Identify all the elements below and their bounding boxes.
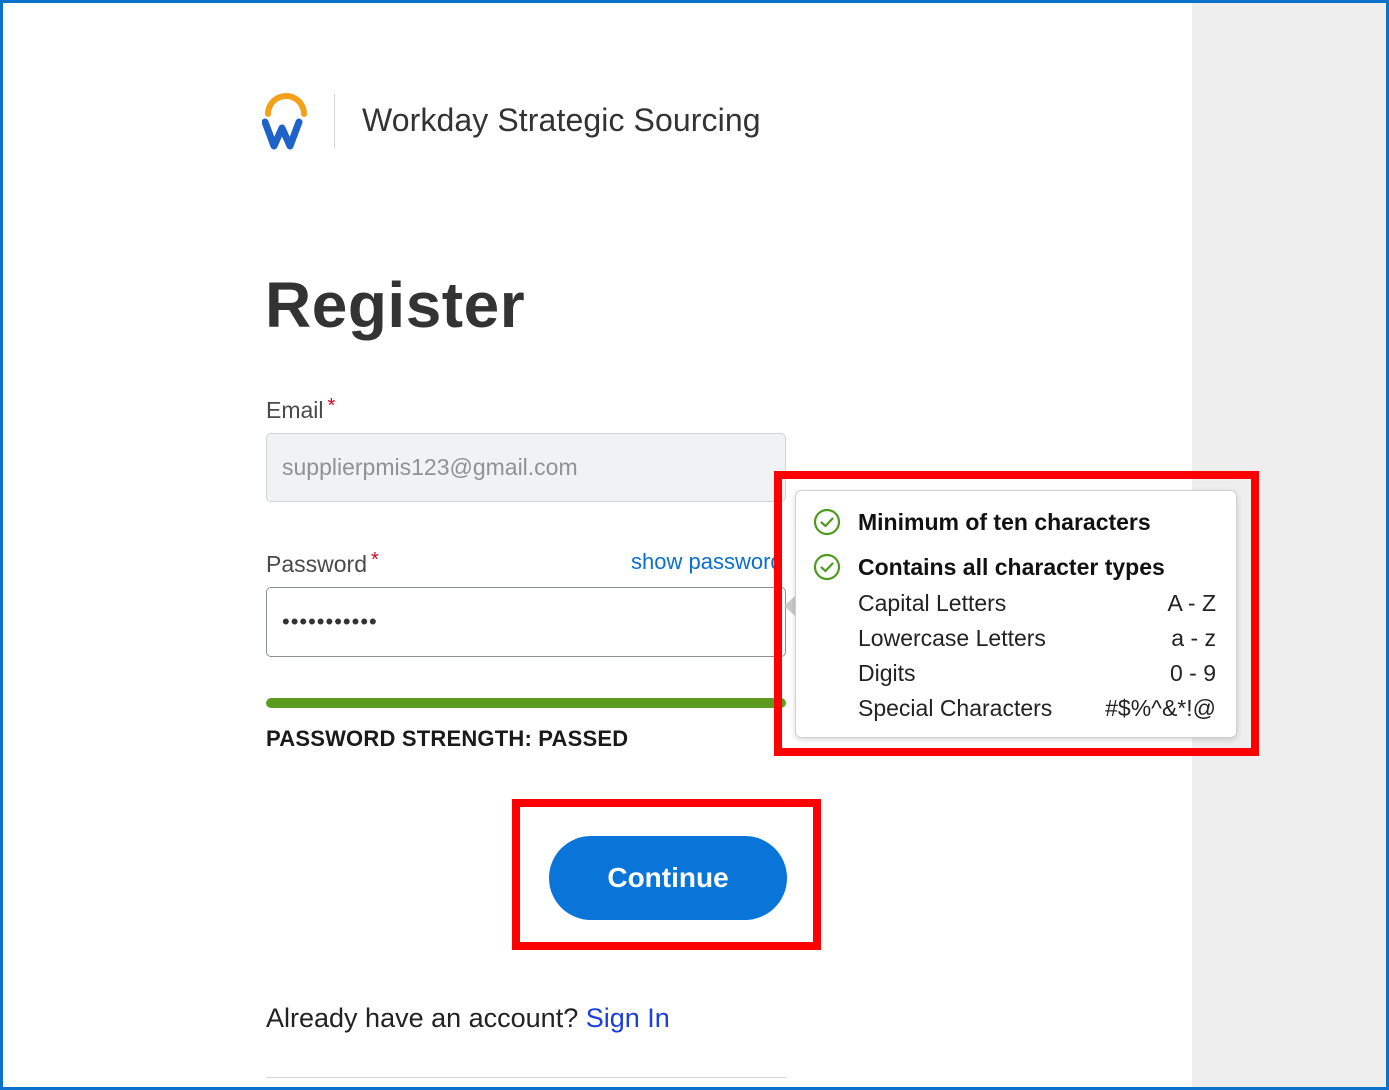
character-type-name: Digits (858, 660, 916, 686)
email-field[interactable] (266, 433, 786, 502)
rule-min-length: Minimum of ten characters (812, 507, 1151, 537)
character-type-row: Capital Letters A - Z (858, 590, 1216, 617)
check-circle-icon (813, 553, 841, 581)
password-label-text: Password (266, 551, 367, 577)
page-title: Register (265, 269, 526, 341)
rule-label: Minimum of ten characters (858, 508, 1151, 535)
password-strength-text: PASSWORD STRENGTH: PASSED (266, 726, 629, 751)
check-circle-icon (813, 508, 841, 536)
app-name: Workday Strategic Sourcing (362, 102, 761, 138)
required-mark: * (370, 549, 379, 571)
password-label: Password * (266, 549, 379, 578)
account-prompt-text: Already have an account? (266, 1003, 579, 1033)
required-mark: * (327, 395, 336, 417)
character-type-row: Special Characters #$%^&*!@ (858, 695, 1216, 722)
sign-in-prompt: Already have an account? Sign In (266, 1003, 670, 1034)
character-type-name: Special Characters (858, 695, 1053, 721)
continue-button[interactable]: Continue (549, 836, 787, 920)
character-type-row: Digits 0 - 9 (858, 660, 1216, 687)
rule-character-types: Contains all character types (812, 552, 1165, 582)
logo-divider (334, 94, 335, 148)
workday-logo-icon (262, 93, 307, 150)
password-strength-bar (266, 698, 786, 708)
password-field[interactable] (266, 587, 786, 657)
character-type-name: Capital Letters (858, 590, 1007, 616)
tooltip-arrow (784, 596, 795, 616)
character-type-row: Lowercase Letters a - z (858, 625, 1216, 652)
password-rules-tooltip: Minimum of ten characters Contains all c… (795, 490, 1237, 738)
character-type-range: 0 - 9 (1169, 660, 1216, 686)
bottom-divider (266, 1077, 786, 1078)
character-type-range: #$%^&*!@ (1105, 695, 1216, 721)
character-type-name: Lowercase Letters (858, 625, 1046, 651)
email-label: Email * (266, 395, 335, 424)
email-label-text: Email (266, 397, 324, 423)
character-type-range: a - z (1171, 625, 1216, 651)
show-password-link[interactable]: show password (631, 549, 779, 575)
password-strength-fill (266, 698, 786, 708)
rule-label: Contains all character types (858, 553, 1165, 580)
sign-in-link[interactable]: Sign In (586, 1003, 670, 1033)
character-type-range: A - Z (1167, 590, 1216, 616)
